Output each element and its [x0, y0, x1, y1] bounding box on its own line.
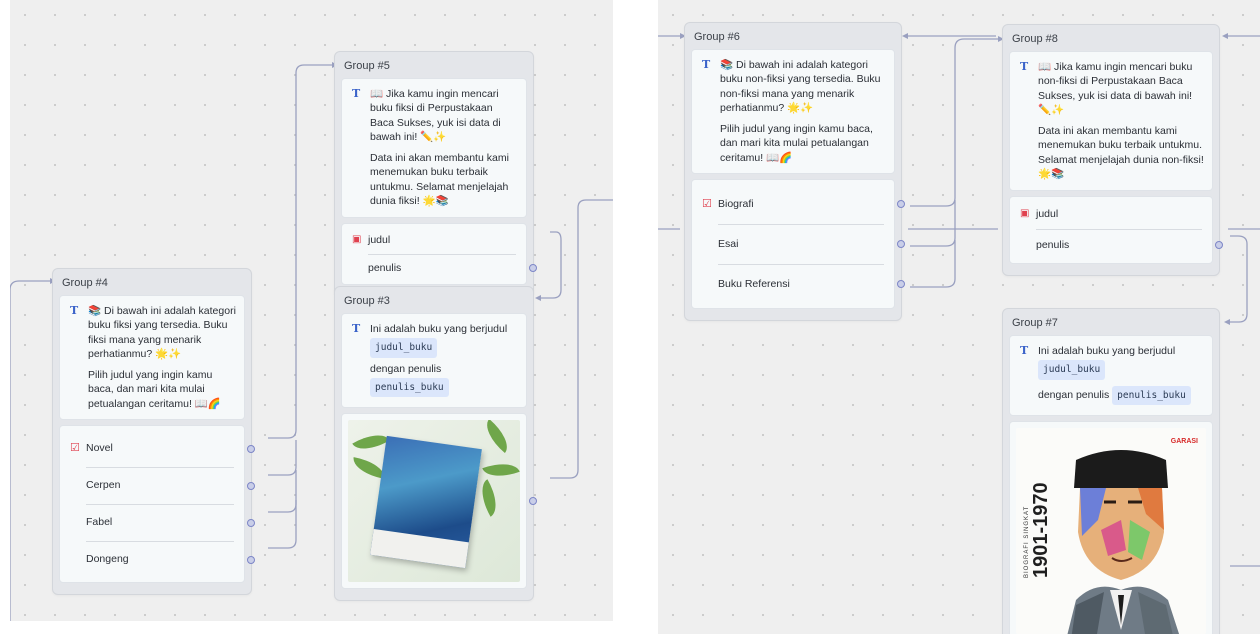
message-text: Data ini akan membantu kami menemukan bu… — [370, 151, 509, 208]
output-port[interactable] — [247, 518, 255, 527]
group-6[interactable]: Group #6 T 📚 Di bawah ini adalah kategor… — [684, 22, 905, 322]
variable-tag: judul_buku — [1038, 360, 1106, 380]
choice-fabel[interactable]: Fabel — [60, 504, 255, 541]
text-icon: T — [352, 87, 361, 100]
output-port[interactable] — [897, 200, 905, 209]
output-port[interactable] — [529, 263, 537, 272]
group-title: Group #7 — [1012, 317, 1058, 329]
message-text: 📚 Di bawah ini adalah kategori buku fiks… — [88, 305, 236, 361]
output-port[interactable] — [1215, 240, 1223, 249]
message-text: 📖 Jika kamu ingin mencari buku fiksi di … — [370, 88, 501, 144]
message-text: dengan penulis penulis_buku — [1038, 384, 1204, 407]
output-port[interactable] — [897, 240, 905, 249]
text-icon: T — [70, 304, 79, 317]
group-title: Group #6 — [694, 31, 740, 43]
choice-icon: ☑ — [702, 198, 712, 211]
choice-label: Biografi — [718, 198, 754, 211]
output-port[interactable] — [529, 497, 537, 506]
choice-label: Cerpen — [86, 479, 121, 492]
output-port[interactable] — [897, 280, 905, 289]
message-prefix: Ini adalah buku yang berjudul — [1038, 345, 1176, 357]
right-canvas: Group #6 T 📚 Di bawah ini adalah kategor… — [658, 0, 1260, 634]
field-label: judul — [368, 233, 391, 246]
text-block[interactable]: T 📚 Di bawah ini adalah kategori buku no… — [691, 49, 895, 175]
field-icon: ▣ — [352, 233, 362, 245]
field-penulis[interactable]: penulis — [1010, 228, 1223, 261]
field-penulis[interactable]: penulis — [342, 253, 537, 282]
message-text: Ini adalah buku yang berjudul judul_buku — [370, 322, 518, 360]
choice-label: Esai — [718, 238, 739, 251]
choice-cerpen[interactable]: Cerpen — [60, 467, 255, 504]
message-text: dengan penulis penulis_buku — [370, 362, 518, 400]
choice-icon: ☑ — [70, 442, 80, 455]
variable-tag: penulis_buku — [370, 378, 449, 398]
book-cover-image: GARASI BIOGRAFI SINGKAT 1901-1970 — [1016, 427, 1206, 634]
text-block[interactable]: T Ini adalah buku yang berjudul judul_bu… — [1009, 335, 1213, 416]
field-label: judul — [1036, 207, 1059, 220]
message-text: 📖 Jika kamu ingin mencari buku non-fiksi… — [1038, 61, 1193, 117]
output-port[interactable] — [247, 555, 255, 564]
choice-novel[interactable]: ☑ Novel — [60, 430, 255, 467]
group-3[interactable]: Group #3 T Ini adalah buku yang berjudul… — [334, 286, 537, 602]
group-title: Group #5 — [344, 60, 390, 72]
field-icon: ▣ — [1020, 207, 1030, 219]
choice-biografi[interactable]: ☑ Biografi — [692, 184, 905, 224]
group-5[interactable]: Group #5 T 📖 Jika kamu ingin mencari buk… — [334, 51, 537, 297]
book-cover-image — [348, 420, 520, 583]
choice-label: Buku Referensi — [718, 278, 790, 291]
choice-dongeng[interactable]: Dongeng — [60, 541, 255, 578]
portrait-illustration — [1067, 449, 1180, 634]
output-port[interactable] — [247, 444, 255, 453]
group-4[interactable]: Group #4 T 📚 Di bawah ini adalah kategor… — [52, 268, 255, 596]
message-text: 📚 Di bawah ini adalah kategori buku non-… — [720, 59, 881, 115]
text-block[interactable]: T 📖 Jika kamu ingin mencari buku fiksi d… — [341, 78, 527, 218]
text-icon: T — [702, 58, 711, 71]
field-label: penulis — [1036, 238, 1070, 251]
left-canvas: Group #4 T 📚 Di bawah ini adalah kategor… — [10, 0, 613, 621]
text-icon: T — [1020, 344, 1029, 357]
group-8[interactable]: Group #8 T 📖 Jika kamu ingin mencari buk… — [1002, 24, 1223, 276]
choice-label: Dongeng — [86, 553, 129, 566]
choice-buku-referensi[interactable]: Buku Referensi — [692, 264, 905, 304]
group-7[interactable]: Group #7 T Ini adalah buku yang berjudul… — [1002, 308, 1220, 634]
choice-label: Novel — [86, 442, 113, 455]
output-port[interactable] — [247, 481, 255, 490]
field-judul[interactable]: ▣ judul — [1010, 199, 1212, 229]
variable-tag: judul_buku — [370, 338, 438, 358]
message-text: Ini adalah buku yang berjudul judul_buku — [1038, 344, 1204, 382]
field-judul[interactable]: ▣ judul — [342, 226, 526, 254]
message-text: Pilih judul yang ingin kamu baca, dan ma… — [720, 122, 873, 164]
text-icon: T — [1020, 60, 1029, 73]
group-title: Group #8 — [1012, 33, 1058, 45]
message-text: Data ini akan membantu kami menemukan bu… — [1038, 124, 1204, 181]
choice-block[interactable]: ☑ Novel Cerpen Fabel Dongeng — [59, 425, 255, 584]
input-block[interactable]: ▣ judul penulis — [1009, 195, 1223, 264]
message-prefix: dengan penulis — [1038, 388, 1110, 401]
input-block[interactable]: ▣ judul penulis — [341, 222, 537, 285]
group-title: Group #3 — [344, 295, 390, 307]
text-block[interactable]: T 📚 Di bawah ini adalah kategori buku fi… — [59, 295, 245, 421]
field-label: penulis — [368, 261, 402, 274]
choice-esai[interactable]: Esai — [692, 224, 905, 264]
group-title: Group #4 — [62, 277, 108, 289]
choice-block[interactable]: ☑ Biografi Esai Buku Referensi — [691, 179, 905, 310]
choice-label: Fabel — [86, 516, 113, 529]
variable-tag: penulis_buku — [1112, 385, 1191, 405]
text-block[interactable]: T 📖 Jika kamu ingin mencari buku non-fik… — [1009, 51, 1213, 191]
message-text: Pilih judul yang ingin kamu baca, dan ma… — [88, 368, 221, 410]
text-icon: T — [352, 322, 361, 335]
image-block[interactable] — [341, 413, 537, 590]
message-prefix: Ini adalah buku yang berjudul — [370, 323, 508, 335]
message-prefix: dengan penulis — [370, 362, 442, 375]
text-block[interactable]: T Ini adalah buku yang berjudul judul_bu… — [341, 313, 527, 409]
image-block[interactable]: GARASI BIOGRAFI SINGKAT 1901-1970 — [1009, 420, 1213, 634]
